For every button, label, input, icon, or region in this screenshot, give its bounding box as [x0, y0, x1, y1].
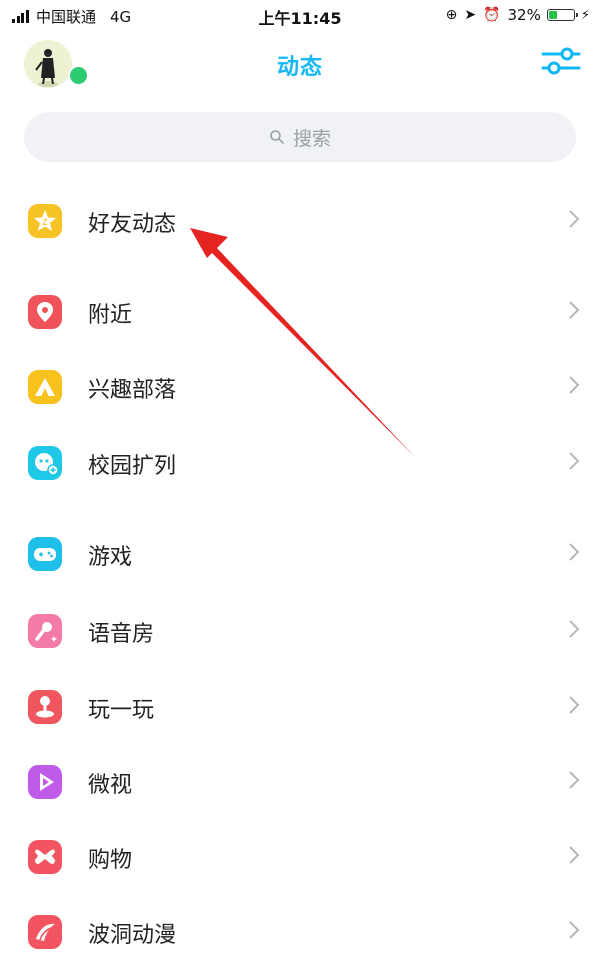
menu-item-label: 兴趣部落: [88, 378, 177, 403]
rotation-lock-icon: ⊕: [445, 7, 458, 23]
arrow-shaft: [210, 246, 416, 458]
search-icon: [270, 130, 284, 144]
search-bar[interactable]: 搜索: [24, 112, 576, 162]
chevron-right-icon: [569, 210, 580, 228]
menu-item-label: 好友动态: [88, 212, 177, 237]
menu-item-label: 游戏: [88, 545, 133, 570]
location-pin-icon: [28, 295, 62, 329]
chevron-right-icon: [569, 543, 580, 561]
sliders-icon: [541, 47, 581, 75]
alarm-icon: ⏰: [483, 7, 501, 23]
chevron-right-icon: [569, 301, 580, 319]
comic-icon: [28, 915, 62, 949]
chevron-right-icon: [569, 771, 580, 789]
menu-item-campus[interactable]: 校园扩列: [0, 434, 600, 490]
header: 动态: [0, 32, 600, 94]
menu-item-label: 波洞动漫: [88, 923, 177, 948]
battery-percent: 32%: [507, 6, 541, 24]
play-icon: [28, 765, 62, 799]
menu-item-play[interactable]: 玩一玩: [0, 678, 600, 734]
joystick-icon: [28, 690, 62, 724]
menu-item-interest-tribe[interactable]: 兴趣部落: [0, 358, 600, 414]
settings-button[interactable]: [540, 44, 582, 78]
menu-item-shopping[interactable]: 购物: [0, 828, 600, 884]
menu-item-voice-room[interactable]: 语音房: [0, 602, 600, 658]
menu-item-label: 附近: [88, 303, 133, 328]
page-title: 动态: [276, 55, 323, 80]
menu-item-label: 语音房: [88, 622, 155, 647]
menu-item-friend-feed[interactable]: Z 好友动态: [0, 192, 600, 248]
triangle-tribe-icon: [28, 370, 62, 404]
charging-icon: ⚡: [580, 7, 590, 23]
battery-icon: [546, 9, 578, 21]
menu-item-weishi[interactable]: 微视: [0, 753, 600, 809]
campus-chat-icon: [28, 446, 62, 480]
chevron-right-icon: [569, 696, 580, 714]
microphone-icon: [28, 614, 62, 648]
chevron-right-icon: [569, 376, 580, 394]
chevron-right-icon: [569, 846, 580, 864]
chevron-right-icon: [569, 620, 580, 638]
menu-item-label: 玩一玩: [88, 698, 155, 723]
menu-item-label: 购物: [88, 848, 133, 873]
menu-item-games[interactable]: 游戏: [0, 525, 600, 581]
star-icon: Z: [28, 204, 62, 238]
gamepad-icon: [28, 537, 62, 571]
menu-item-label: 微视: [88, 773, 133, 798]
chevron-right-icon: [569, 452, 580, 470]
svg-text:Z: Z: [43, 218, 48, 227]
menu-item-bodong-comics[interactable]: 波洞动漫: [0, 903, 600, 959]
menu-item-nearby[interactable]: 附近: [0, 283, 600, 339]
shopping-icon: [28, 840, 62, 874]
location-arrow-icon: ➤: [464, 7, 477, 23]
status-bar: 中国联通 4G 上午11:45 ⊕ ➤ ⏰ 32% ⚡: [0, 0, 600, 32]
search-placeholder: 搜索: [292, 127, 331, 150]
menu-item-label: 校园扩列: [88, 454, 177, 479]
chevron-right-icon: [569, 921, 580, 939]
